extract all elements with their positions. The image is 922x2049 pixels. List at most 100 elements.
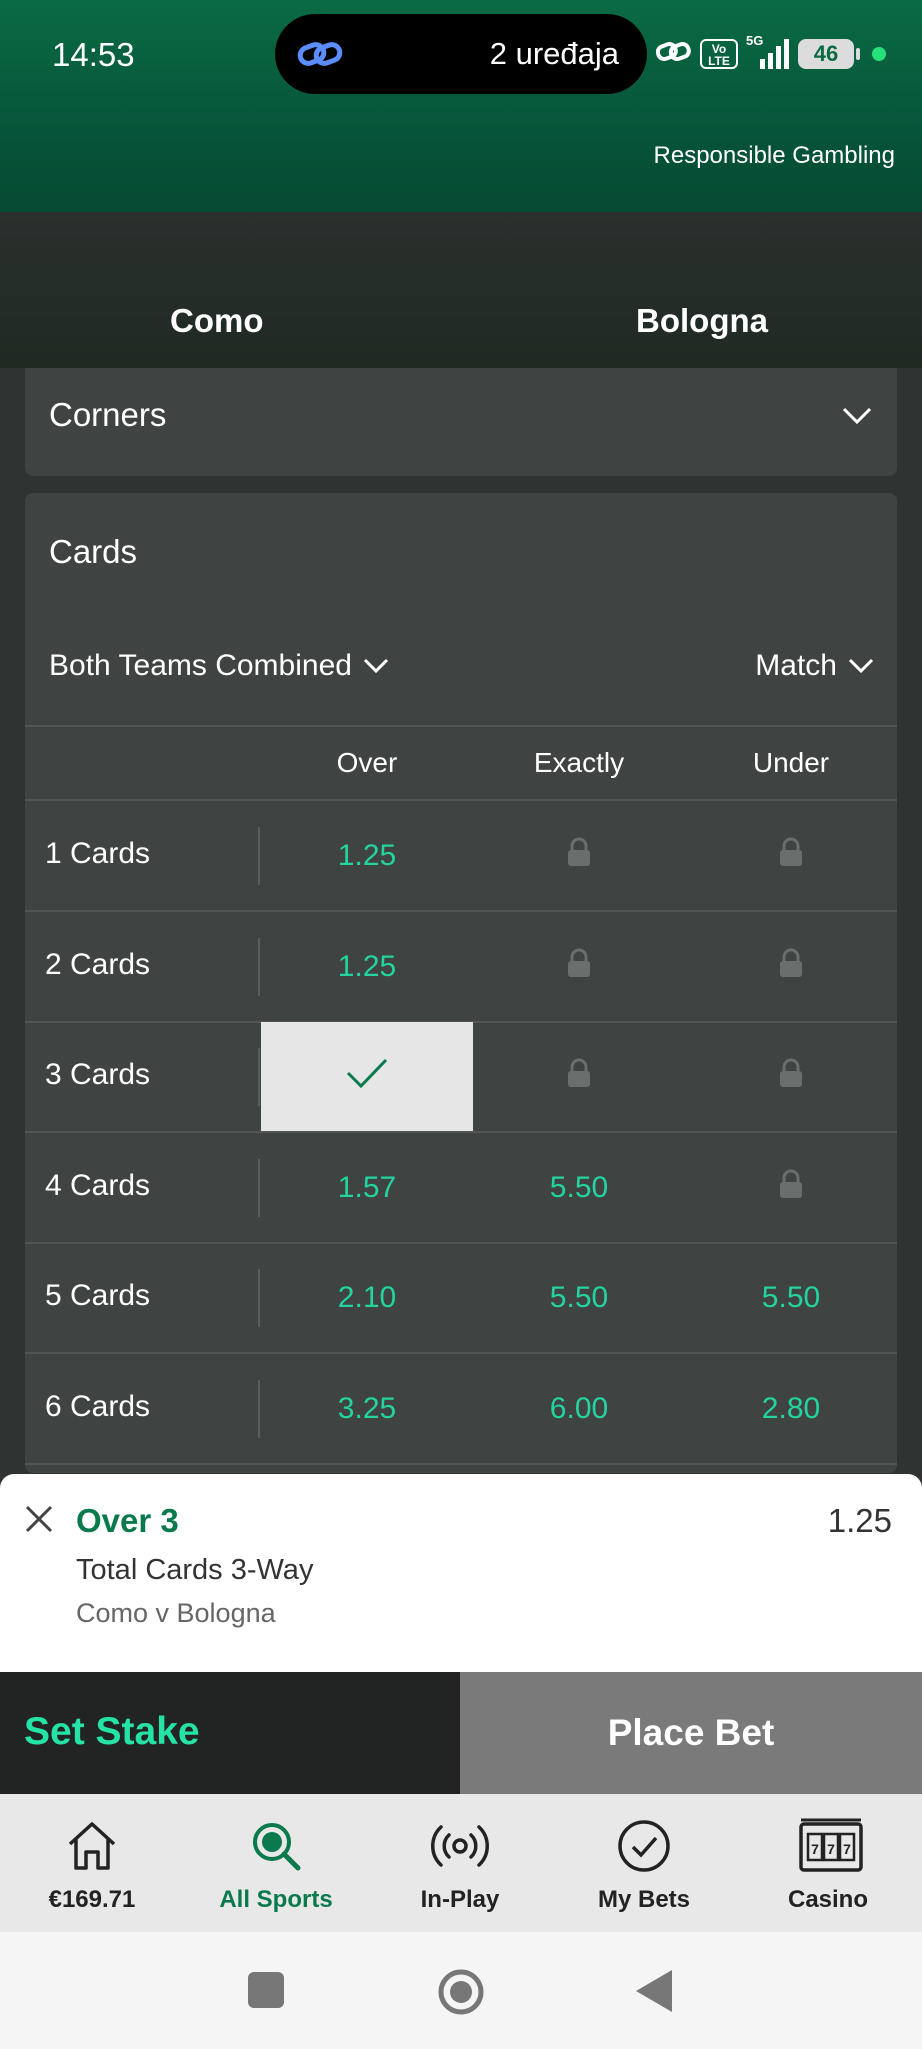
column-header-over: Over bbox=[336, 747, 398, 778]
odds-button-under[interactable]: 5.50 bbox=[685, 1243, 897, 1353]
team-filter-label: Both Teams Combined bbox=[49, 649, 352, 682]
nav-balance[interactable]: €169.71 bbox=[0, 1794, 184, 1932]
home-button[interactable] bbox=[437, 1968, 485, 2021]
odds-button-under bbox=[685, 1133, 897, 1243]
odds-button-exactly[interactable]: 5.50 bbox=[473, 1243, 685, 1353]
lock-icon bbox=[778, 1058, 804, 1096]
divider bbox=[258, 1048, 260, 1106]
nav-casino-label: Casino bbox=[787, 1886, 868, 1913]
svg-text:7: 7 bbox=[827, 1841, 835, 1857]
odds-button-over[interactable]: 1.25 bbox=[261, 912, 473, 1022]
divider bbox=[258, 937, 260, 996]
corners-market-header[interactable]: Corners bbox=[25, 368, 897, 476]
odds-button-over[interactable]: 3.25 bbox=[261, 1354, 473, 1464]
broadcast-icon bbox=[430, 1816, 490, 1876]
corners-title: Corners bbox=[49, 396, 167, 433]
table-row: 1 Cards 1.25 bbox=[25, 801, 897, 912]
check-icon bbox=[345, 1056, 389, 1098]
table-row: 2 Cards 1.25 bbox=[25, 912, 897, 1023]
cards-title: Cards bbox=[49, 533, 138, 570]
nav-balance-label: €169.71 bbox=[48, 1886, 136, 1913]
home-icon bbox=[62, 1816, 122, 1876]
row-label: 2 Cards bbox=[45, 947, 151, 981]
bet-market: Total Cards 3-Way bbox=[76, 1554, 314, 1586]
lock-icon bbox=[566, 837, 592, 875]
odds-button-exactly bbox=[473, 1022, 685, 1132]
network-label: 5G bbox=[746, 33, 764, 48]
lock-icon bbox=[778, 837, 804, 875]
away-team: Bologna bbox=[636, 302, 768, 339]
odds-button-under bbox=[685, 1022, 897, 1132]
chevron-down-icon bbox=[847, 649, 875, 683]
selected-odds-cell[interactable] bbox=[261, 1022, 473, 1132]
row-label: 3 Cards bbox=[45, 1058, 151, 1091]
column-header-under: Under bbox=[752, 747, 830, 778]
match-header: Como Bologna bbox=[0, 212, 922, 368]
recents-button[interactable] bbox=[248, 1972, 284, 2013]
period-filter-dropdown[interactable]: Match bbox=[755, 649, 875, 683]
nav-casino[interactable]: 777 Casino bbox=[736, 1794, 920, 1932]
table-row: 5 Cards 2.10 5.50 5.50 bbox=[25, 1243, 897, 1354]
table-row: 6 Cards 3.25 6.00 2.80 bbox=[25, 1354, 897, 1465]
row-label: 6 Cards bbox=[45, 1389, 151, 1423]
odds-button-exactly bbox=[473, 912, 685, 1022]
nav-all-sports[interactable]: All Sports bbox=[184, 1794, 368, 1932]
place-bet-button[interactable]: Place Bet bbox=[460, 1672, 922, 1794]
row-label: 1 Cards bbox=[45, 837, 151, 870]
lock-icon bbox=[566, 948, 592, 986]
bet-odds: 1.25 bbox=[827, 1502, 892, 1539]
column-header-exactly: Exactly bbox=[533, 747, 625, 778]
row-label: 4 Cards bbox=[45, 1168, 151, 1202]
search-icon bbox=[246, 1816, 306, 1876]
battery-icon: 46 bbox=[798, 39, 860, 69]
odds-button-over[interactable]: 2.10 bbox=[261, 1243, 473, 1353]
divider bbox=[258, 1379, 260, 1438]
chevron-down-icon bbox=[841, 406, 873, 431]
home-team: Como bbox=[170, 302, 264, 339]
divider bbox=[258, 1269, 260, 1327]
svg-text:7: 7 bbox=[843, 1841, 851, 1857]
odds-button-under bbox=[685, 912, 897, 1022]
odds-button-exactly[interactable]: 5.50 bbox=[473, 1133, 685, 1243]
system-nav-bar bbox=[0, 1932, 922, 2049]
bet-slip: Over 3 1.25 Total Cards 3-Way Como v Bol… bbox=[0, 1474, 922, 1672]
cards-market: Cards Both Teams Combined Match Over Exa… bbox=[25, 493, 897, 1473]
check-circle-icon bbox=[614, 1816, 674, 1876]
lock-icon bbox=[566, 1058, 592, 1096]
close-icon[interactable] bbox=[24, 1504, 54, 1539]
svg-text:7: 7 bbox=[811, 1841, 819, 1857]
odds-button-exactly[interactable]: 6.00 bbox=[473, 1354, 685, 1464]
nav-all-sports-label: All Sports bbox=[219, 1886, 333, 1913]
volte-icon: Vo LTE bbox=[700, 39, 738, 69]
nav-in-play[interactable]: In-Play bbox=[368, 1794, 552, 1932]
odds-button-over[interactable]: 1.25 bbox=[261, 801, 473, 911]
link-icon bbox=[655, 37, 692, 72]
lock-icon bbox=[778, 1169, 804, 1207]
divider bbox=[258, 1158, 260, 1217]
nav-my-bets[interactable]: My Bets bbox=[552, 1794, 736, 1932]
slot-machine-icon: 777 bbox=[798, 1816, 863, 1876]
set-stake-button[interactable]: Set Stake bbox=[0, 1672, 460, 1794]
odds-button-over[interactable]: 1.57 bbox=[261, 1133, 473, 1243]
app-header: 14:53 2 uređaja Vo LTE 5G 46 Responsible… bbox=[0, 0, 922, 212]
bottom-nav: €169.71 All Sports In-Play My Bets 777 C… bbox=[0, 1794, 922, 1932]
devices-label: 2 uređaja bbox=[489, 36, 619, 71]
signal-icon: 5G bbox=[746, 33, 790, 71]
status-time: 14:53 bbox=[52, 36, 135, 73]
team-filter-dropdown[interactable]: Both Teams Combined bbox=[49, 649, 390, 683]
lock-icon bbox=[778, 948, 804, 986]
odds-button-exactly bbox=[473, 801, 685, 911]
divider bbox=[25, 1462, 897, 1465]
bet-event: Como v Bologna bbox=[76, 1598, 276, 1628]
table-row: 4 Cards 1.57 5.50 bbox=[25, 1133, 897, 1244]
row-label: 5 Cards bbox=[45, 1279, 151, 1312]
link-icon bbox=[297, 36, 343, 77]
nav-my-bets-label: My Bets bbox=[597, 1886, 691, 1913]
period-filter-label: Match bbox=[755, 649, 837, 682]
status-dot bbox=[872, 47, 886, 61]
odds-button-under[interactable]: 2.80 bbox=[685, 1354, 897, 1464]
set-stake-label: Set Stake bbox=[24, 1710, 200, 1753]
divider bbox=[258, 827, 260, 885]
responsible-gambling-link[interactable]: Responsible Gambling bbox=[654, 142, 895, 170]
back-button[interactable] bbox=[636, 1970, 672, 2017]
